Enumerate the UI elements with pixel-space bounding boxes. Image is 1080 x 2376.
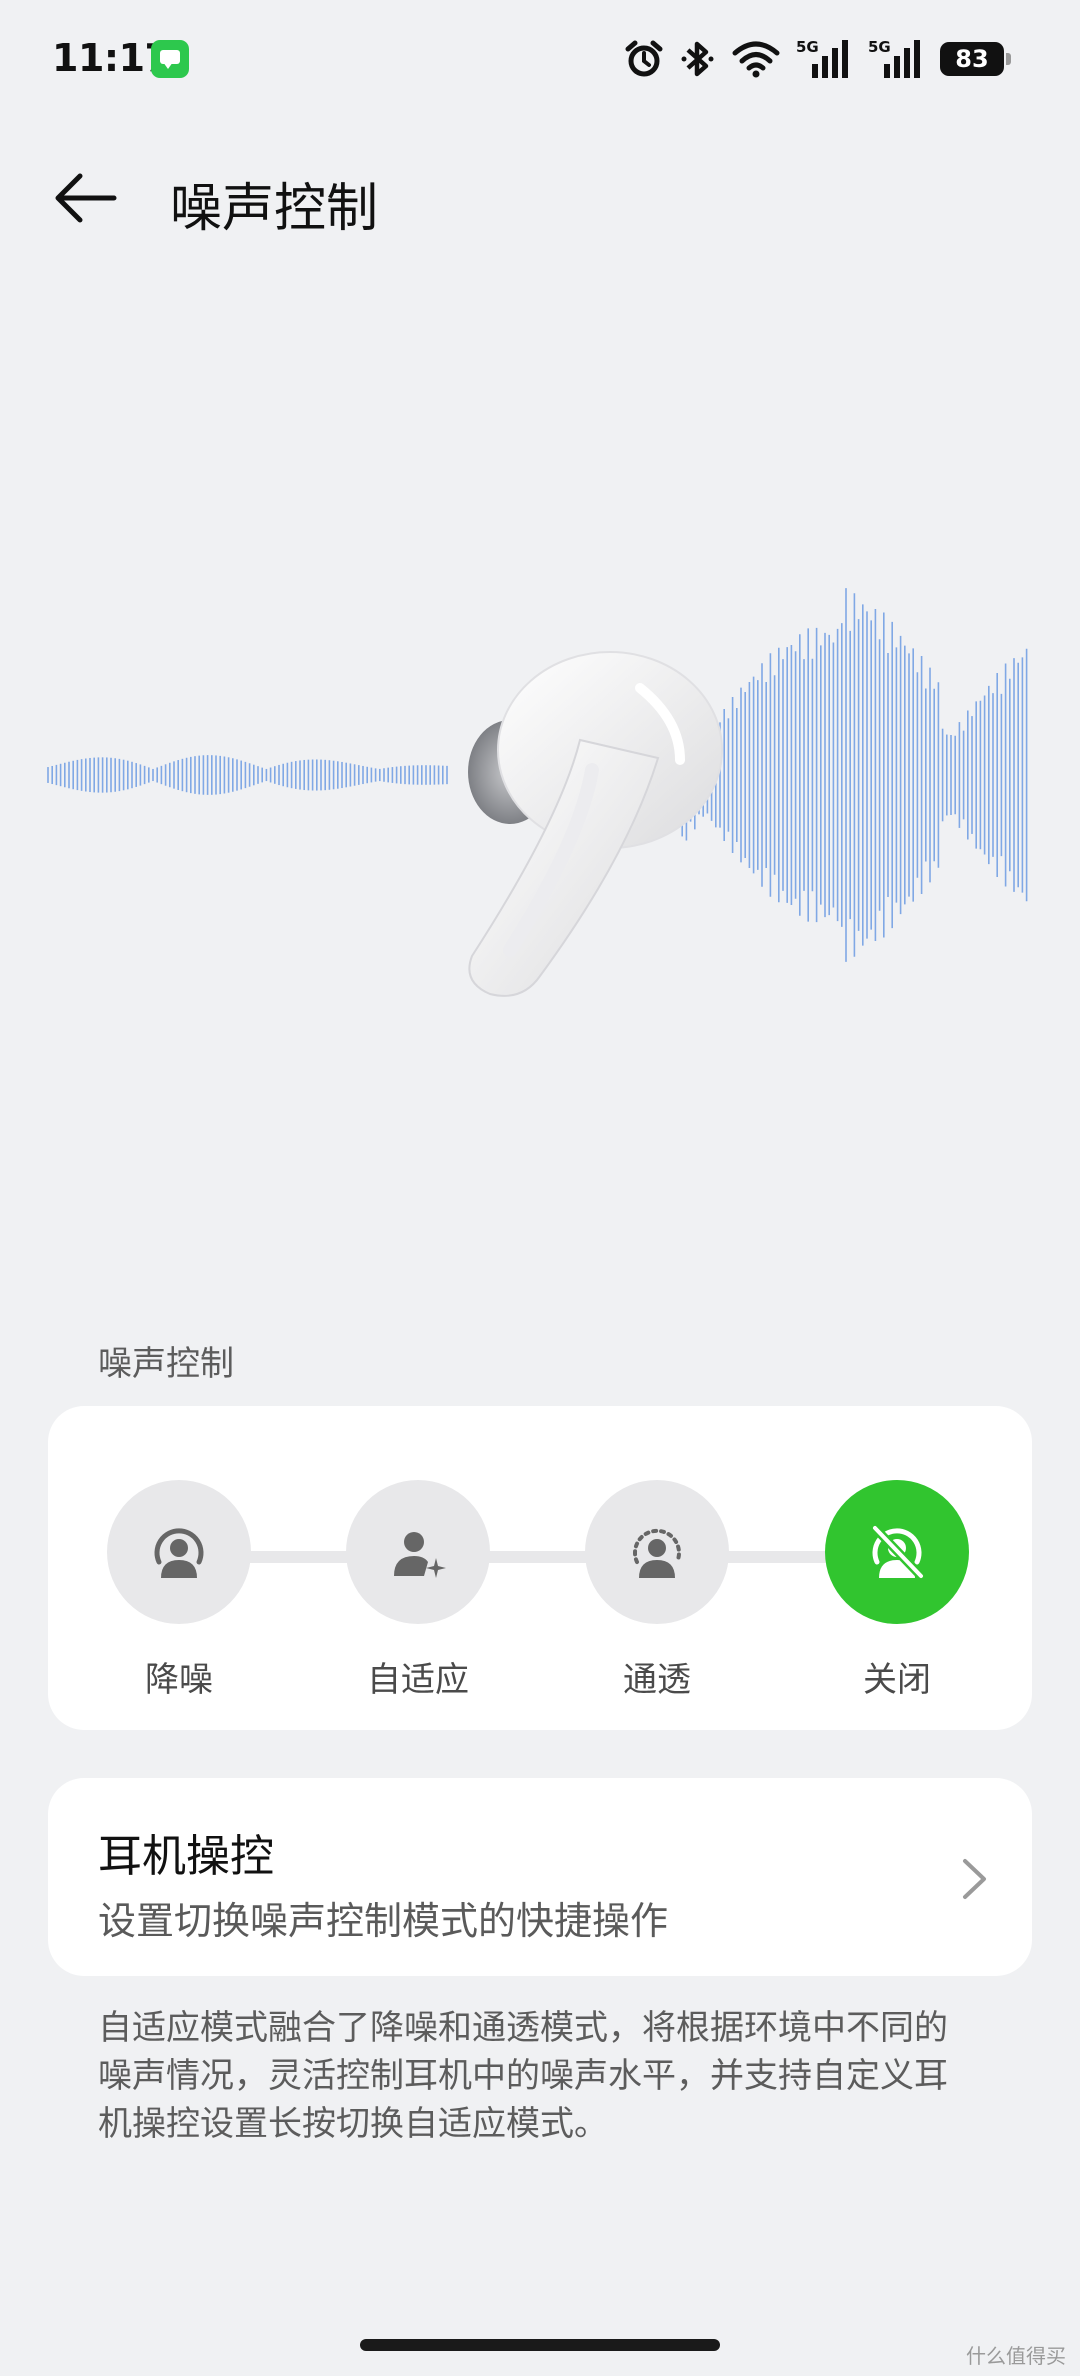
mode-label: 通透 bbox=[623, 1660, 691, 1700]
svg-text:5G: 5G bbox=[868, 38, 891, 56]
message-app-icon bbox=[151, 40, 189, 78]
status-bar: 11:17 5G 5G 83 bbox=[0, 0, 1080, 120]
wifi-icon bbox=[732, 41, 780, 78]
earphone-control-row[interactable]: 耳机操控 设置切换噪声控制模式的快捷操作 bbox=[48, 1778, 1032, 1976]
adaptive-icon bbox=[394, 1532, 446, 1578]
signal-icon: 5G bbox=[796, 38, 848, 78]
watermark: 什么值得买 bbox=[966, 2344, 1066, 2368]
mode-circle[interactable] bbox=[585, 1480, 729, 1624]
noise-mode-card: 降噪 自适应 通透 关闭 bbox=[48, 1406, 1032, 1730]
mode-label: 关闭 bbox=[863, 1660, 931, 1700]
battery-level: 83 bbox=[955, 45, 989, 73]
adaptive-mode-note: 自适应模式融合了降噪和通透模式，将根据环境中不同的噪声情况，灵活控制耳机中的噪声… bbox=[98, 2008, 948, 2144]
mode-noise-cancel[interactable]: 降噪 bbox=[104, 1480, 254, 1701]
battery-icon: 83 bbox=[940, 42, 1011, 76]
control-subtitle: 设置切换噪声控制模式的快捷操作 bbox=[98, 1899, 669, 1943]
svg-text:5G: 5G bbox=[796, 38, 819, 56]
home-indicator[interactable] bbox=[360, 2339, 720, 2351]
noise-cancel-icon bbox=[154, 1528, 204, 1578]
system-icons: 5G 5G 83 bbox=[624, 34, 1011, 84]
section-label: 噪声控制 bbox=[98, 1344, 234, 1384]
transparency-icon bbox=[633, 1528, 681, 1578]
mode-circle[interactable] bbox=[346, 1480, 490, 1624]
earbud-illustration bbox=[47, 588, 1028, 997]
noise-control-screen: 11:17 5G 5G 83 噪声控制 噪声控制 降噪 自适应 通透 关闭 耳机… bbox=[0, 0, 1080, 2376]
mode-transparency[interactable]: 通透 bbox=[582, 1480, 732, 1701]
control-title: 耳机操控 bbox=[98, 1831, 274, 1882]
mode-label: 降噪 bbox=[145, 1660, 213, 1700]
mode-label: 自适应 bbox=[367, 1660, 469, 1700]
mode-circle[interactable] bbox=[107, 1480, 251, 1624]
chevron-right-icon bbox=[963, 1859, 986, 1899]
mode-adaptive[interactable]: 自适应 bbox=[343, 1480, 493, 1701]
alarm-icon bbox=[625, 40, 663, 77]
earbud bbox=[468, 651, 723, 997]
page-title: 噪声控制 bbox=[170, 179, 379, 239]
back-arrow-icon[interactable] bbox=[50, 168, 120, 228]
mode-circle-active[interactable] bbox=[825, 1480, 969, 1624]
noise-off-icon bbox=[871, 1524, 925, 1580]
bluetooth-icon bbox=[681, 41, 714, 77]
mode-off[interactable]: 关闭 bbox=[822, 1480, 972, 1701]
signal-icon: 5G bbox=[868, 38, 920, 78]
